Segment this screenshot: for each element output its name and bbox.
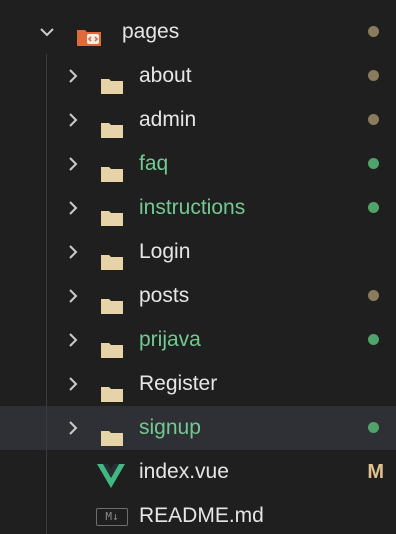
tree-item-prijava[interactable]: prijava xyxy=(0,318,396,362)
indent-guide xyxy=(46,186,47,230)
indent-guide xyxy=(46,274,47,318)
indent-guide xyxy=(46,54,47,98)
modified-dot-icon xyxy=(368,114,379,125)
untracked-dot-icon xyxy=(368,158,379,169)
untracked-dot-icon xyxy=(368,334,379,345)
tree-item-label: Login xyxy=(139,240,191,263)
modified-dot-icon xyxy=(368,26,379,37)
tree-item-faq[interactable]: faq xyxy=(0,142,396,186)
tree-item-readme-md[interactable]: M↓ README.md xyxy=(0,494,396,534)
chevron-down-icon[interactable] xyxy=(38,23,56,41)
tree-item-posts[interactable]: posts xyxy=(0,274,396,318)
tree-item-label: README.md xyxy=(139,504,264,527)
tree-item-signup[interactable]: signup xyxy=(0,406,396,450)
modified-status-letter: M xyxy=(367,461,384,483)
tree-item-label: faq xyxy=(139,152,169,175)
indent-guide xyxy=(46,142,47,186)
tree-item-label: Register xyxy=(139,372,218,395)
chevron-right-icon[interactable] xyxy=(64,287,82,305)
tree-item-label: posts xyxy=(139,284,190,307)
tree-item-about[interactable]: about xyxy=(0,54,396,98)
file-explorer-panel: pages about admin faq instructions Login… xyxy=(0,0,396,534)
tree-item-label: prijava xyxy=(139,328,201,351)
untracked-dot-icon xyxy=(368,422,379,433)
tree-item-label: index.vue xyxy=(139,460,229,483)
tree-item-register[interactable]: Register xyxy=(0,362,396,406)
tree-item-index-vue[interactable]: index.vue M xyxy=(0,450,396,494)
tree-item-login[interactable]: Login xyxy=(0,230,396,274)
chevron-right-icon[interactable] xyxy=(64,375,82,393)
chevron-right-icon[interactable] xyxy=(64,199,82,217)
chevron-right-icon[interactable] xyxy=(64,111,82,129)
tree-item-pages[interactable]: pages xyxy=(0,10,396,54)
chevron-right-icon[interactable] xyxy=(64,155,82,173)
chevron-right-icon[interactable] xyxy=(64,331,82,349)
modified-dot-icon xyxy=(368,290,379,301)
untracked-dot-icon xyxy=(368,202,379,213)
chevron-right-icon[interactable] xyxy=(64,419,82,437)
indent-guide xyxy=(46,450,47,494)
tree-item-label: pages xyxy=(122,20,180,43)
tree-item-admin[interactable]: admin xyxy=(0,98,396,142)
indent-guide xyxy=(46,318,47,362)
tree-item-instructions[interactable]: instructions xyxy=(0,186,396,230)
indent-guide xyxy=(46,362,47,406)
tree-item-label: admin xyxy=(139,108,197,131)
indent-guide xyxy=(46,98,47,142)
chevron-right-icon[interactable] xyxy=(64,243,82,261)
indent-guide xyxy=(46,230,47,274)
tree-item-label: about xyxy=(139,64,192,87)
indent-guide xyxy=(46,406,47,450)
tree-item-label: instructions xyxy=(139,196,246,219)
chevron-right-icon[interactable] xyxy=(64,67,82,85)
indent-guide xyxy=(46,494,47,534)
modified-dot-icon xyxy=(368,70,379,81)
tree-item-label: signup xyxy=(139,416,201,439)
markdown-icon: M↓ xyxy=(96,508,128,526)
